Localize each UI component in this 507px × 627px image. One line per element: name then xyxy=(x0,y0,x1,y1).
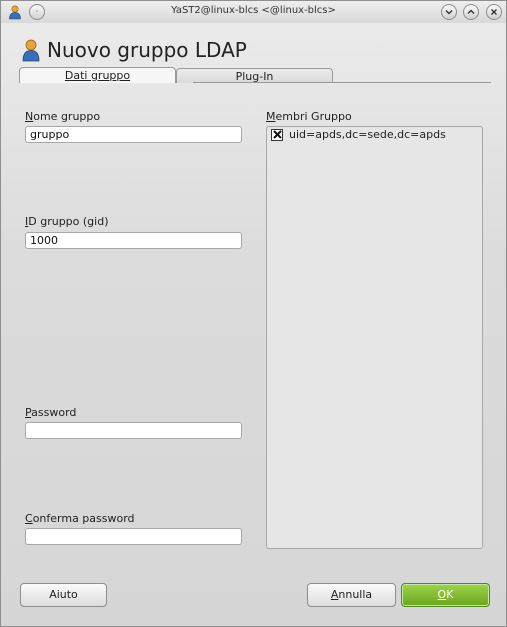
group-name-input[interactable]: gruppo xyxy=(25,126,242,143)
tab-label: Dati gruppo xyxy=(64,69,131,82)
tab-plug-in[interactable]: Plug-In xyxy=(176,68,333,83)
maximize-button[interactable] xyxy=(463,4,479,20)
tab-dati-gruppo[interactable]: Dati gruppo xyxy=(19,67,176,83)
gid-input[interactable]: 1000 xyxy=(25,232,242,249)
window-title: YaST2@linux-blcs <@linux-blcs> xyxy=(171,5,336,16)
chevron-down-icon xyxy=(445,10,453,15)
password-input[interactable] xyxy=(25,422,242,439)
page-title: Nuovo gruppo LDAP xyxy=(47,38,247,62)
yast-dialog-window: · YaST2@linux-blcs <@linux-blcs> Nuovo g… xyxy=(0,0,507,627)
member-checkbox[interactable] xyxy=(271,128,283,141)
tab-divider xyxy=(193,82,491,83)
minimize-button[interactable] xyxy=(441,4,457,20)
group-name-label: Nome gruppo xyxy=(25,110,101,123)
close-icon xyxy=(491,9,497,15)
help-button[interactable]: Aiuto xyxy=(20,583,107,607)
password-label: Password xyxy=(25,406,77,419)
title-bar[interactable]: · YaST2@linux-blcs <@linux-blcs> xyxy=(1,1,506,23)
gid-label: ID gruppo (gid) xyxy=(25,215,109,228)
ok-button[interactable]: OK xyxy=(401,583,490,607)
check-x-icon xyxy=(272,130,282,139)
user-group-icon xyxy=(22,39,40,62)
tab-bar: Dati gruppo Plug-In xyxy=(19,67,491,83)
confirm-password-label: Conferma password xyxy=(25,512,135,525)
member-label: uid=apds,dc=sede,dc=apds xyxy=(289,128,446,141)
cancel-button[interactable]: Annulla xyxy=(307,583,396,607)
list-item[interactable]: uid=apds,dc=sede,dc=apds xyxy=(271,128,446,141)
members-label: Membri Gruppo xyxy=(266,110,352,123)
close-button[interactable] xyxy=(486,4,502,20)
members-list[interactable]: uid=apds,dc=sede,dc=apds xyxy=(266,126,483,549)
chevron-up-icon xyxy=(467,9,475,14)
dialog-heading: Nuovo gruppo LDAP xyxy=(21,35,247,65)
confirm-password-input[interactable] xyxy=(25,528,242,545)
